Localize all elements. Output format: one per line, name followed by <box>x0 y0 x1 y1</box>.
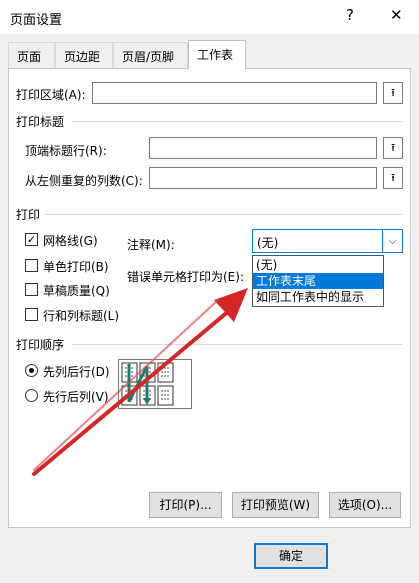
tab-sheet[interactable]: 工作表 <box>188 40 246 69</box>
annotation-arrow <box>33 299 219 471</box>
tab-sheet-label: 工作表 <box>197 48 234 62</box>
annotation-arrow <box>32 288 248 476</box>
annotation-arrow-overlay <box>32 288 248 476</box>
page-setup-dialog: 页面设置 ? ✕ 页面 页边距 页眉/页脚 工作表 打印区域(A): ⭱ 打印标… <box>0 0 419 583</box>
